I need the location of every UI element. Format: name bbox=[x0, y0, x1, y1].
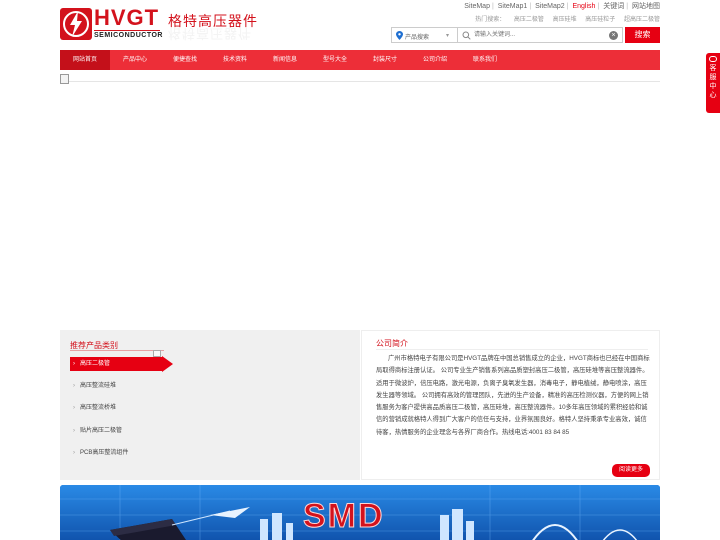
separator: | bbox=[597, 3, 600, 10]
company-intro-text: 广州市格特电子有限公司是HVGT品牌在中国总销售成立的企业，HVGT商标也已经在… bbox=[376, 355, 650, 436]
category-label: PCB高压整流组件 bbox=[80, 450, 129, 456]
sitemap-link[interactable]: SiteMap bbox=[464, 3, 490, 10]
hot-search-item[interactable]: 高压二极管 bbox=[514, 17, 544, 23]
nav-item-packages[interactable]: 封装尺寸 bbox=[360, 50, 410, 70]
category-item-hv-diode[interactable]: › 高压二极管 bbox=[70, 357, 162, 371]
nav-item-tech-docs[interactable]: 技术资料 bbox=[210, 50, 260, 70]
keywords-link[interactable]: 关键词 bbox=[603, 3, 624, 10]
category-item-hv-bridge[interactable]: › 高压整流桥堆 bbox=[70, 401, 116, 415]
nav-item-news[interactable]: 新闻信息 bbox=[260, 50, 310, 70]
category-label: 高压二极管 bbox=[80, 361, 111, 367]
side-tab-char: 心 bbox=[709, 92, 717, 99]
side-tab-char: 客 bbox=[709, 65, 717, 72]
nav-item-about[interactable]: 公司介绍 bbox=[410, 50, 460, 70]
company-intro-panel: 公司简介 广州市格特电子有限公司是HVGT品牌在中国总销售成立的企业，HVGT商… bbox=[361, 330, 660, 480]
broken-image-icon bbox=[60, 74, 69, 84]
broken-image-icon bbox=[153, 350, 161, 357]
search-icon bbox=[462, 31, 471, 40]
separator: | bbox=[566, 3, 569, 10]
category-label: 高压整流桥堆 bbox=[80, 405, 117, 411]
sitemap1-link[interactable]: SiteMap1 bbox=[498, 3, 528, 10]
customer-service-tab[interactable]: 客 服 中 心 bbox=[706, 53, 720, 113]
nav-item-quick-find[interactable]: 便捷查找 bbox=[160, 50, 210, 70]
side-tab-char: 中 bbox=[709, 83, 717, 90]
chevron-right-icon: › bbox=[73, 405, 75, 411]
hot-search-item[interactable]: 高压硅粒子 bbox=[585, 17, 615, 23]
logo-subtitle: SEMICONDUCTOR bbox=[94, 30, 163, 39]
chevron-right-icon: › bbox=[73, 428, 75, 434]
nav-item-contact[interactable]: 联系我们 bbox=[460, 50, 510, 70]
search-input[interactable] bbox=[474, 29, 604, 41]
active-arrow bbox=[162, 356, 173, 372]
separator: | bbox=[529, 3, 532, 10]
site-map-link[interactable]: 网站地图 bbox=[632, 3, 660, 10]
hot-search-item[interactable]: 超高压二极管 bbox=[624, 17, 660, 23]
hot-search-label: 热门搜索： bbox=[475, 17, 506, 23]
divider bbox=[457, 28, 458, 42]
product-categories-panel: 推荐产品类别 › 高压二极管 › 高压整流硅堆 › 高压整流桥堆 › 贴片高压二极管 ›… bbox=[60, 330, 360, 480]
clear-icon[interactable]: × bbox=[609, 31, 618, 40]
company-intro-title: 公司简介 bbox=[376, 339, 408, 348]
chevron-right-icon: › bbox=[73, 383, 75, 389]
location-pin-icon bbox=[396, 31, 403, 40]
side-tab-char: 服 bbox=[709, 74, 717, 81]
read-more-button[interactable]: 阅读更多 bbox=[612, 464, 650, 477]
site-logo[interactable]: HVGT SEMICONDUCTOR bbox=[60, 7, 162, 43]
lightning-icon bbox=[63, 11, 89, 37]
nav-item-models[interactable]: 型号大全 bbox=[310, 50, 360, 70]
chevron-right-icon: › bbox=[73, 361, 75, 367]
separator: | bbox=[626, 3, 629, 10]
sitemap2-link[interactable]: SiteMap2 bbox=[535, 3, 565, 10]
chat-icon bbox=[709, 56, 717, 62]
search-bar: 产品搜索 ▾ × bbox=[391, 27, 623, 43]
divider bbox=[376, 349, 648, 350]
category-label: 贴片高压二极管 bbox=[80, 428, 123, 434]
category-item-hv-rectifier[interactable]: › 高压整流硅堆 bbox=[70, 379, 116, 393]
logo-wordmark: HVGT bbox=[94, 5, 160, 30]
nav-item-home[interactable]: 网站首页 bbox=[60, 50, 110, 70]
nav-item-products[interactable]: 产品中心 bbox=[110, 50, 160, 70]
chevron-right-icon: › bbox=[73, 450, 75, 456]
hero-banner[interactable] bbox=[60, 74, 660, 326]
hot-search-row: 热门搜索： 高压二极管 高压硅堆 高压硅粒子 超高压二极管 bbox=[468, 14, 660, 23]
logo-emblem bbox=[60, 8, 92, 40]
search-category-select[interactable]: 产品搜索 bbox=[405, 31, 429, 45]
category-item-pcb-module[interactable]: › PCB高压整流组件 bbox=[70, 446, 128, 460]
search-button[interactable]: 搜索 bbox=[625, 27, 660, 43]
english-link[interactable]: English bbox=[572, 3, 595, 10]
separator: | bbox=[491, 3, 494, 10]
brand-name-reflection: 格特高压器件 bbox=[168, 26, 253, 41]
category-item-smd-diode[interactable]: › 贴片高压二极管 bbox=[70, 424, 122, 438]
hot-search-item[interactable]: 高压硅堆 bbox=[553, 17, 577, 23]
smd-banner[interactable]: SMD bbox=[60, 485, 660, 540]
divider bbox=[70, 350, 164, 351]
main-nav: 网站首页 产品中心 便捷查找 技术资料 新闻信息 型号大全 封装尺寸 公司介绍 … bbox=[60, 50, 660, 70]
category-label: 高压整流硅堆 bbox=[80, 383, 117, 389]
chevron-down-icon[interactable]: ▾ bbox=[446, 32, 449, 39]
smd-banner-text: SMD bbox=[303, 497, 385, 536]
top-links: SiteMap | SiteMap1 | SiteMap2 | English | 关键… bbox=[462, 1, 660, 11]
divider bbox=[69, 81, 660, 82]
